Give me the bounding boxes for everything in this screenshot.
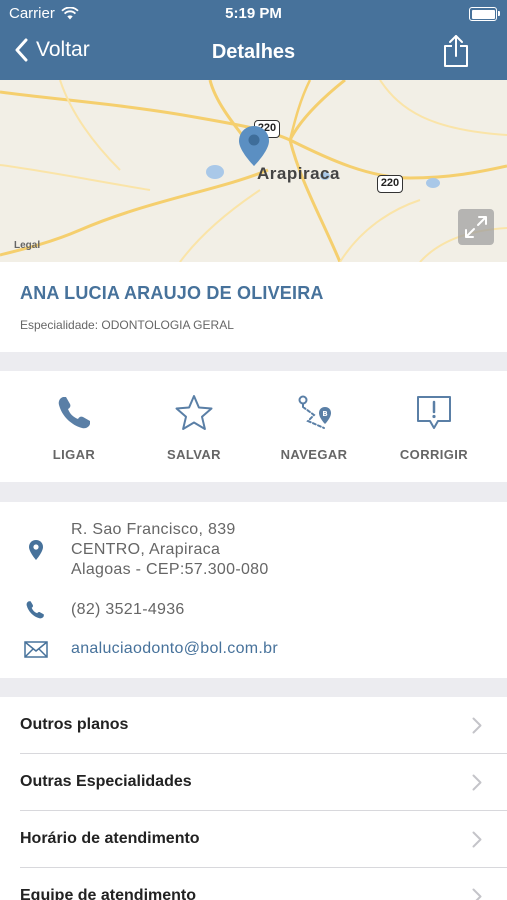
route-icon: B	[298, 395, 331, 429]
address-line: Alagoas - CEP:57.300-080	[71, 561, 269, 578]
correct-label: CORRIGIR	[399, 447, 469, 462]
chevron-right-icon	[472, 774, 482, 791]
list-item-opening-hours[interactable]: Horário de atendimento	[0, 811, 507, 868]
navigate-button[interactable]: B NAVEGAR	[254, 393, 374, 462]
list-item-service-team[interactable]: Equipe de atendimento	[0, 868, 507, 900]
list-item-label: Horário de atendimento	[20, 830, 200, 847]
map-city-label: Arapiraca	[257, 164, 340, 183]
address-line: R. Sao Francisco, 839	[71, 521, 236, 538]
app-header: Carrier 5:19 PM Voltar Detalhes	[0, 0, 507, 80]
save-button[interactable]: SALVAR	[134, 393, 254, 462]
battery-icon	[469, 7, 500, 21]
address[interactable]: R. Sao Francisco, 839 CENTRO, Arapiraca …	[71, 520, 269, 580]
share-icon	[444, 35, 468, 67]
status-bar: Carrier 5:19 PM	[0, 0, 507, 28]
share-button[interactable]	[443, 34, 469, 73]
alert-message-icon	[417, 396, 451, 429]
map-view[interactable]: 220 220 Arapiraca Legal	[0, 80, 507, 262]
mail-icon	[24, 641, 48, 658]
save-label: SALVAR	[167, 447, 221, 462]
provider-specialty: Especialidade: ODONTOLOGIA GERAL	[20, 318, 234, 332]
chevron-right-icon	[472, 717, 482, 734]
action-bar: LIGAR SALVAR B NAVEGAR CORRIGIR	[0, 371, 507, 482]
map-roads	[0, 80, 507, 262]
svg-text:B: B	[322, 410, 327, 418]
chevron-right-icon	[472, 831, 482, 848]
email-link[interactable]: analuciaodonto@bol.com.br	[71, 639, 278, 659]
correct-button[interactable]: CORRIGIR	[374, 393, 494, 462]
contact-section: R. Sao Francisco, 839 CENTRO, Arapiraca …	[0, 502, 507, 678]
navigate-label: NAVEGAR	[280, 447, 348, 462]
list-item-label: Outros planos	[20, 716, 129, 733]
provider-name: ANA LUCIA ARAUJO DE OLIVEIRA	[20, 283, 324, 303]
status-time: 5:19 PM	[225, 5, 282, 22]
phone-icon	[26, 601, 44, 619]
nav-bar: Voltar Detalhes	[0, 30, 507, 76]
list-item-other-specialties[interactable]: Outras Especialidades	[0, 754, 507, 811]
expand-icon	[465, 216, 487, 238]
details-menu: Outros planos Outras Especialidades Horá…	[0, 697, 507, 900]
list-item-other-plans[interactable]: Outros planos	[0, 697, 507, 754]
map-expand-button[interactable]	[458, 209, 494, 245]
phone-number[interactable]: (82) 3521-4936	[71, 600, 185, 620]
provider-card: ANA LUCIA ARAUJO DE OLIVEIRA Especialida…	[0, 262, 507, 352]
star-icon	[175, 395, 213, 430]
phone-icon	[58, 397, 90, 429]
call-label: LIGAR	[52, 447, 96, 462]
chevron-right-icon	[472, 888, 482, 900]
address-line: CENTRO, Arapiraca	[71, 541, 221, 558]
location-icon	[29, 540, 43, 560]
call-button[interactable]: LIGAR	[14, 393, 134, 462]
list-item-label: Equipe de atendimento	[20, 887, 197, 900]
page-title: Detalhes	[211, 41, 296, 63]
map-legal-link[interactable]: Legal	[14, 240, 40, 251]
list-item-label: Outras Especialidades	[20, 773, 192, 790]
road-shield-220: 220	[377, 175, 403, 193]
